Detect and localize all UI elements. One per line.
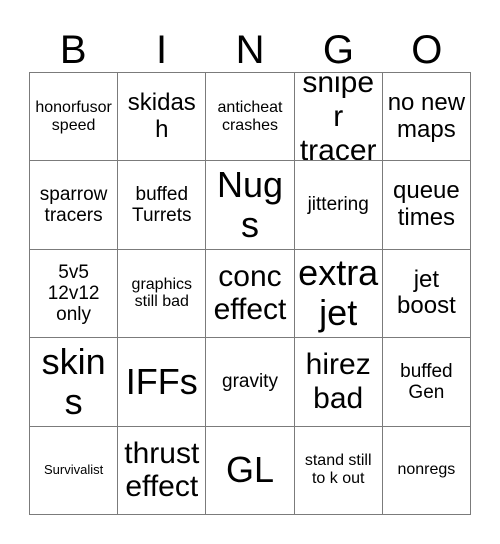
bingo-cell[interactable]: queue times — [382, 161, 471, 250]
bingo-grid: honorfusor speed skidash anticheat crash… — [29, 72, 471, 515]
bingo-cell-label: sparrow tracers — [39, 183, 108, 227]
bingo-cell[interactable]: no new maps — [382, 73, 471, 162]
bingo-cell-label: jet boost — [397, 265, 456, 320]
bingo-cell-label: no new maps — [387, 88, 466, 143]
bingo-cell-label: stand still to k out — [304, 452, 372, 488]
bingo-cell-label: gravity — [222, 371, 278, 393]
bingo-cell[interactable]: GL — [206, 426, 295, 515]
bingo-cell[interactable]: stand still to k out — [294, 426, 383, 515]
bingo-cell[interactable]: extra jet — [294, 249, 383, 339]
bingo-card: B I N G O honorfusor speed skidash antic… — [0, 0, 500, 544]
bingo-cell-label: conc effect — [213, 259, 287, 327]
bingo-cell-label: queue times — [393, 177, 460, 232]
bingo-header-letter-g: G — [322, 28, 354, 72]
bingo-cell-label: 5v5 12v12 only — [47, 261, 100, 326]
bingo-cell-label: nonregs — [397, 461, 456, 479]
bingo-cell-label: buffed Gen — [400, 360, 453, 403]
bingo-header-letter-i: I — [156, 28, 168, 72]
bingo-cell-label: extra jet — [298, 252, 379, 334]
bingo-cell-label: skins — [41, 340, 106, 422]
bingo-cell-label: anticheat crashes — [217, 98, 283, 134]
bingo-cell[interactable]: nonregs — [382, 426, 471, 515]
bingo-cell[interactable]: gravity — [206, 338, 295, 427]
bingo-cell-label: graphics still bad — [131, 275, 193, 311]
bingo-header-letter-b: B — [59, 28, 87, 72]
bingo-cell-label: honorfusor speed — [35, 98, 112, 134]
bingo-cell[interactable]: graphics still bad — [118, 249, 207, 339]
bingo-cell[interactable]: sparrow tracers — [30, 161, 119, 250]
bingo-cell[interactable]: conc effect — [206, 249, 295, 339]
bingo-cell[interactable]: thrust effect — [118, 426, 207, 515]
bingo-header-letter-n: N — [235, 28, 265, 72]
bingo-cell[interactable]: anticheat crashes — [206, 73, 295, 162]
bingo-cell[interactable]: jet boost — [382, 249, 471, 339]
bingo-cell-label: buffed Turrets — [132, 183, 192, 227]
bingo-cell-label: jittering — [307, 194, 369, 216]
bingo-cell[interactable]: Survivalist — [30, 426, 119, 515]
bingo-cell[interactable]: skidash — [118, 73, 207, 162]
bingo-cell[interactable]: IFFs — [118, 338, 207, 427]
bingo-cell-label: IFFs — [125, 360, 198, 402]
bingo-header-row: B I N G O — [29, 18, 471, 72]
bingo-cell[interactable]: hirez bad — [294, 338, 383, 427]
bingo-cell[interactable]: Nugs — [206, 161, 295, 250]
bingo-cell[interactable]: buffed Gen — [382, 338, 471, 427]
bingo-cell-label: hirez bad — [305, 348, 371, 415]
bingo-cell-label: Survivalist — [43, 462, 104, 478]
bingo-cell[interactable]: 5v5 12v12 only — [30, 249, 119, 339]
bingo-cell[interactable]: sniper tracer — [294, 73, 383, 162]
bingo-cell-label: thrust effect — [124, 436, 200, 504]
bingo-cell-label: skidash — [127, 88, 196, 143]
bingo-cell[interactable]: buffed Turrets — [118, 161, 207, 250]
bingo-cell-label: sniper tracer — [299, 73, 377, 162]
bingo-header-letter-o: O — [411, 28, 443, 72]
bingo-cell-label: Nugs — [216, 163, 284, 246]
bingo-cell-label: GL — [225, 449, 274, 491]
bingo-cell[interactable]: jittering — [294, 161, 383, 250]
bingo-cell[interactable]: skins — [30, 338, 119, 427]
bingo-cell[interactable]: honorfusor speed — [30, 73, 119, 162]
